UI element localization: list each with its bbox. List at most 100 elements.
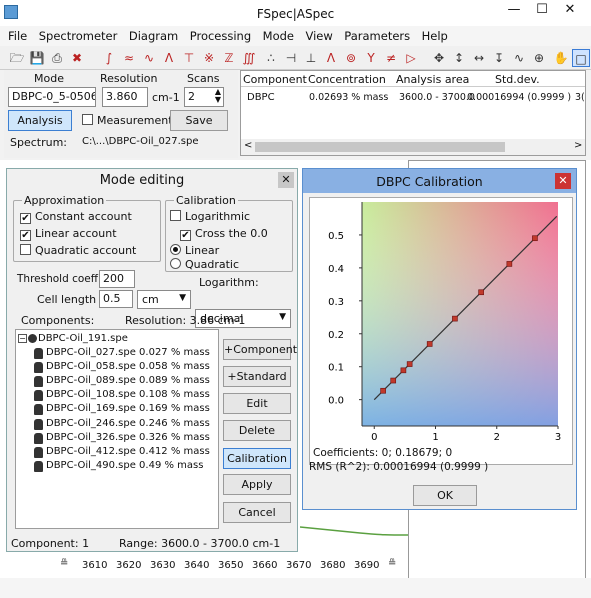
calibration-close-icon[interactable]: ✕ xyxy=(555,173,571,189)
tree-item[interactable]: DBPC-Oil_246.spe 0.246 % mass xyxy=(16,418,218,432)
cell-length-label: Cell length xyxy=(37,293,97,306)
spectrum-tool-8-icon[interactable]: ∭ xyxy=(240,49,258,67)
spectrum-tool-4-icon[interactable]: Λ xyxy=(160,49,178,67)
cancel-button[interactable]: Cancel xyxy=(223,502,291,523)
ok-button[interactable]: OK xyxy=(413,485,477,506)
scroll-thumb[interactable] xyxy=(255,142,505,152)
spectrum-tool-1-icon[interactable]: ∫ xyxy=(100,49,118,67)
data-point xyxy=(532,235,538,242)
tree-item[interactable]: DBPC-Oil_089.spe 0.089 % mass xyxy=(16,375,218,389)
constant-account-checkbox[interactable]: ✔ Constant account xyxy=(20,210,132,224)
menu-spectrometer[interactable]: Spectrometer xyxy=(39,26,118,43)
menu-mode[interactable]: Mode xyxy=(263,26,294,43)
threshold-field[interactable]: 200 xyxy=(99,270,135,288)
spectrum-tool-5-icon[interactable]: ⊤ xyxy=(180,49,198,67)
tree-item[interactable]: DBPC-Oil_108.spe 0.108 % mass xyxy=(16,389,218,403)
align-icon[interactable]: ⊥ xyxy=(302,49,320,67)
spectrum-tool-12-icon[interactable]: ≠ xyxy=(382,49,400,67)
approximation-title: Approximation xyxy=(22,194,107,207)
edit-button[interactable]: Edit xyxy=(223,393,291,414)
results-table: Component Concentration Analysis area St… xyxy=(240,70,586,156)
linear-radio[interactable]: Linear xyxy=(170,244,219,257)
spectrum-root-icon xyxy=(28,334,37,343)
vertical-scale-icon[interactable]: ↕ xyxy=(450,49,468,67)
menu-parameters[interactable]: Parameters xyxy=(344,26,410,43)
quadratic-radio[interactable]: Quadratic xyxy=(170,258,239,271)
menu-bar: File Spectrometer Diagram Processing Mod… xyxy=(0,26,591,46)
scans-stepper[interactable]: 2 ▲ ▼ xyxy=(184,87,224,107)
spectrum-tool-2-icon[interactable]: ≈ xyxy=(120,49,138,67)
spectrum-tool-9-icon[interactable]: Λ xyxy=(322,49,340,67)
spectrum-tool-11-icon[interactable]: Υ xyxy=(362,49,380,67)
spectrum-tool-7-icon[interactable]: ℤ xyxy=(220,49,238,67)
cell-length-field[interactable]: 0.5 xyxy=(99,290,133,308)
h-scrollbar[interactable]: < > xyxy=(241,139,585,155)
calibration-title: Calibration xyxy=(174,194,238,207)
down-arrow-icon[interactable]: ↧ xyxy=(490,49,508,67)
y-tick-label: 0.3 xyxy=(328,297,344,308)
baseline-icon[interactable]: ⊣ xyxy=(282,49,300,67)
menu-processing[interactable]: Processing xyxy=(190,26,251,43)
calibration-button[interactable]: Calibration xyxy=(223,448,291,469)
hand-icon[interactable]: ✋ xyxy=(552,49,570,67)
delete-icon[interactable]: ✖ xyxy=(68,49,86,67)
open-folder-icon[interactable]: 🗁 xyxy=(8,49,26,67)
tree-item[interactable]: DBPC-Oil_027.spe 0.027 % mass xyxy=(16,347,218,361)
menu-view[interactable]: View xyxy=(306,26,333,43)
collapse-icon[interactable]: − xyxy=(18,334,27,343)
close-icon[interactable]: ✕ xyxy=(556,0,584,22)
add-component-button[interactable]: +Component xyxy=(223,339,297,360)
spectrum-tool-10-icon[interactable]: ⊚ xyxy=(342,49,360,67)
mode-label: Mode xyxy=(34,72,64,85)
save-button[interactable]: Save xyxy=(170,110,228,131)
flask-icon xyxy=(34,418,43,430)
logarithmic-checkbox[interactable]: Logarithmic xyxy=(170,210,250,223)
move-icon[interactable]: ✥ xyxy=(430,49,448,67)
menu-help[interactable]: Help xyxy=(422,26,448,43)
calibration-dialog: DBPC Calibration ✕ 0.0 0.1 0.2 0.3 0.4 0.5 0 1 2… xyxy=(302,168,577,510)
add-standard-button[interactable]: +Standard xyxy=(223,366,291,387)
scroll-left-icon[interactable]: < xyxy=(244,140,252,151)
curve-icon[interactable]: ∿ xyxy=(510,49,528,67)
spectrum-tool-6-icon[interactable]: ※ xyxy=(200,49,218,67)
quadratic-account-checkbox[interactable]: Quadratic account xyxy=(20,244,136,257)
analysis-button[interactable]: Analysis xyxy=(8,110,72,131)
horizontal-scale-icon[interactable]: ↔ xyxy=(470,49,488,67)
mode-editing-close-icon[interactable]: ✕ xyxy=(278,172,294,188)
select-icon[interactable]: □ xyxy=(572,49,590,67)
components-label: Components: xyxy=(21,314,95,327)
apply-button[interactable]: Apply xyxy=(223,474,291,495)
x-tick: 3630 xyxy=(150,560,176,571)
cross-zero-checkbox[interactable]: ✔ Cross the 0.0 xyxy=(180,227,268,241)
tree-item[interactable]: DBPC-Oil_058.spe 0.058 % mass xyxy=(16,361,218,375)
measurement-checkbox[interactable]: Measurement xyxy=(82,114,173,127)
maximize-icon[interactable]: ☐ xyxy=(528,0,556,22)
save-icon[interactable]: 💾 xyxy=(28,49,46,67)
components-tree[interactable]: − DBPC-Oil_191.spe DBPC-Oil_027.spe 0.02… xyxy=(15,329,219,529)
stepper-arrows-icon[interactable]: ▲ ▼ xyxy=(215,88,221,104)
linear-account-checkbox[interactable]: ✔ Linear account xyxy=(20,227,117,241)
spectrum-tool-13-icon[interactable]: ▷ xyxy=(402,49,420,67)
zoom-icon[interactable]: ⊕ xyxy=(530,49,548,67)
select-value: cm xyxy=(142,293,159,306)
tree-item[interactable]: DBPC-Oil_326.spe 0.326 % mass xyxy=(16,432,218,446)
scroll-right-icon[interactable]: > xyxy=(574,140,582,151)
tree-item[interactable]: DBPC-Oil_490.spe 0.49 % mass xyxy=(16,460,218,474)
tree-item[interactable]: DBPC-Oil_169.spe 0.169 % mass xyxy=(16,403,218,417)
spectrum-tool-3-icon[interactable]: ∿ xyxy=(140,49,158,67)
checkbox-label: Constant account xyxy=(35,210,132,223)
tree-item[interactable]: DBPC-Oil_412.spe 0.412 % mass xyxy=(16,446,218,460)
flask-icon xyxy=(34,446,43,458)
menu-diagram[interactable]: Diagram xyxy=(129,26,178,43)
calibration-titlebar: DBPC Calibration ✕ xyxy=(303,169,576,193)
flask-icon xyxy=(34,432,43,444)
mode-field[interactable]: DBPC-0_5-050619 xyxy=(8,87,96,107)
peaks-icon[interactable]: ∴ xyxy=(262,49,280,67)
cell-unit-select[interactable]: cm ▼ xyxy=(137,290,191,309)
tree-root[interactable]: − DBPC-Oil_191.spe xyxy=(16,333,218,347)
print-icon[interactable]: ⎙ xyxy=(48,49,66,67)
delete-button[interactable]: Delete xyxy=(223,420,291,441)
resolution-field[interactable]: 3.860 xyxy=(102,87,148,107)
menu-file[interactable]: File xyxy=(8,26,27,43)
minimize-icon[interactable]: — xyxy=(500,0,528,22)
